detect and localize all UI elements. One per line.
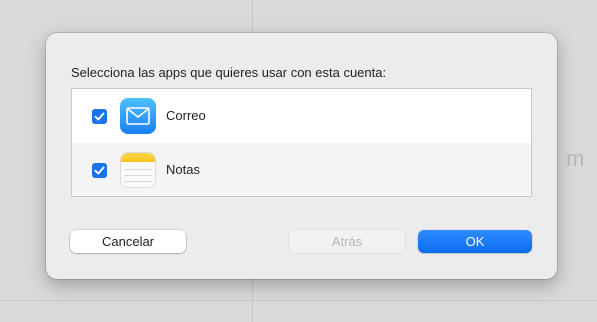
mail-icon [120, 98, 156, 134]
ok-button[interactable]: OK [418, 230, 532, 253]
cancel-button[interactable]: Cancelar [70, 230, 186, 253]
background-bottom-edge [0, 300, 597, 301]
background-partial-text: m [566, 146, 585, 171]
back-button[interactable]: Atrás [289, 230, 405, 253]
notes-app-label: Notas [166, 162, 200, 177]
mail-app-label: Correo [166, 108, 206, 123]
checkmark-icon [94, 112, 105, 121]
app-row-notes: Notas [72, 143, 531, 196]
app-row-mail: Correo [72, 89, 531, 143]
app-list: Correo Notas [71, 88, 532, 197]
notes-checkbox[interactable] [92, 163, 107, 178]
account-apps-sheet: Selecciona las apps que quieres usar con… [46, 33, 557, 279]
checkmark-icon [94, 166, 105, 175]
notes-icon [120, 152, 156, 188]
sheet-prompt: Selecciona las apps que quieres usar con… [71, 65, 387, 80]
mail-checkbox[interactable] [92, 109, 107, 124]
